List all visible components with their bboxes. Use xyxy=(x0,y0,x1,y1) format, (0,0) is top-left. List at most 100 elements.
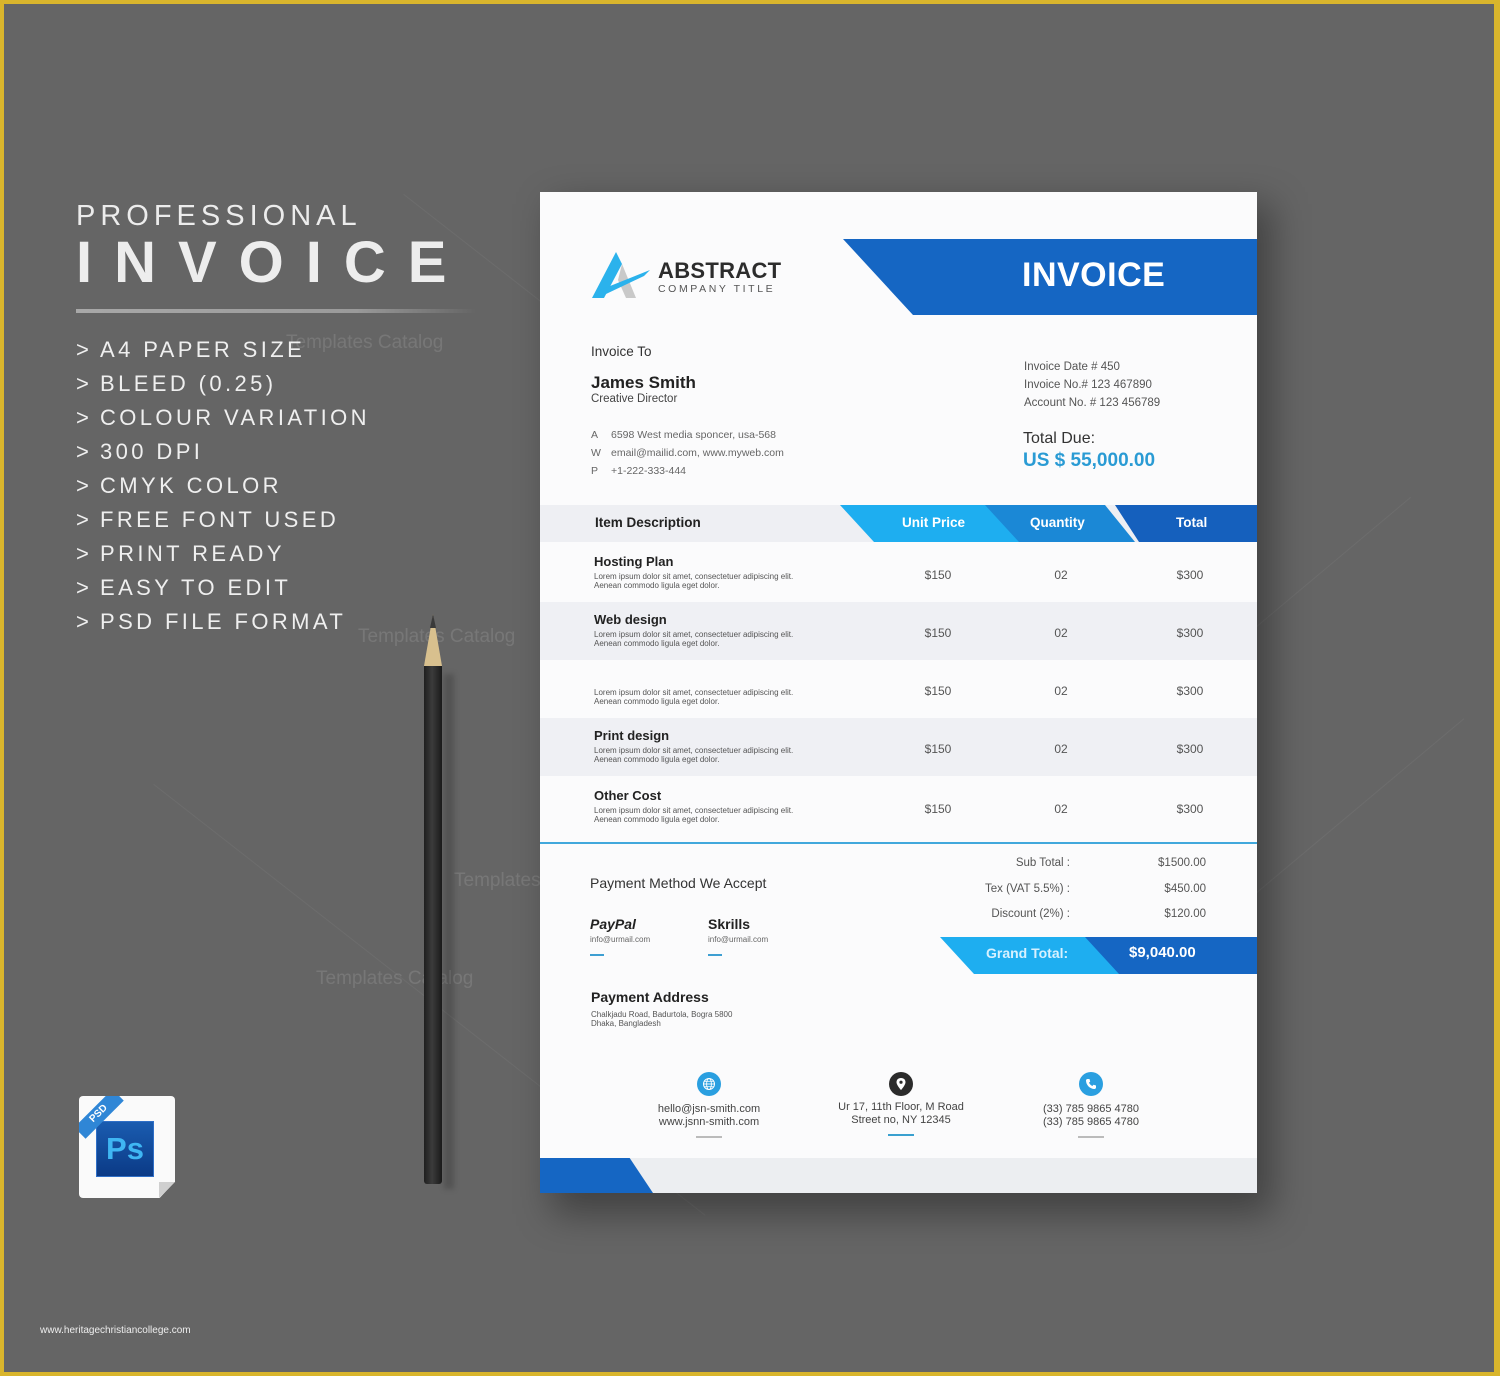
unit-price: $150 xyxy=(924,742,952,756)
header-unit-price: Unit Price xyxy=(902,515,966,530)
tax-label: Tex (VAT 5.5%) : xyxy=(985,883,1070,895)
invoice-date: Invoice Date # 450 xyxy=(1024,361,1120,373)
footer-contact-web: hello@jsn-smith.com www.jsnn-smith.com xyxy=(614,1072,804,1138)
item-description: Lorem ipsum dolor sit amet, consectetuer… xyxy=(594,746,794,764)
item-description: Lorem ipsum dolor sit amet, consectetuer… xyxy=(594,688,794,706)
chevron-right-icon: > xyxy=(76,439,93,464)
grand-total-value: $9,040.00 xyxy=(1129,944,1196,961)
promo-kicker: PROFESSIONAL xyxy=(76,200,362,232)
total-due-label: Total Due: xyxy=(1023,430,1096,447)
item-description: Lorem ipsum dolor sit amet, consectetuer… xyxy=(594,572,794,590)
table-row: Lorem ipsum dolor sit amet, consectetuer… xyxy=(540,660,1257,718)
chevron-right-icon: > xyxy=(76,575,93,600)
promo-block: PROFESSIONAL INVOICE > A4 PAPER SIZE > BLE… xyxy=(76,200,476,639)
feature-item: > EASY TO EDIT xyxy=(76,571,476,605)
chevron-right-icon: > xyxy=(76,541,93,566)
promo-divider xyxy=(76,309,476,313)
quantity: 02 xyxy=(1054,568,1068,582)
item-title: Other Cost xyxy=(594,788,662,803)
payment-method-email: info@urmail.com xyxy=(590,935,651,944)
chevron-right-icon: > xyxy=(76,371,93,396)
unit-price: $150 xyxy=(924,626,952,640)
chevron-right-icon: > xyxy=(76,609,93,634)
watermark: Templates xyxy=(454,870,541,891)
footer-website: www.jsnn-smith.com xyxy=(658,1116,760,1128)
unit-price: $150 xyxy=(924,802,952,816)
table-row: Hosting Plan Lorem ipsum dolor sit amet,… xyxy=(540,544,1257,602)
phone-icon xyxy=(1079,1072,1103,1096)
feature-item: > FREE FONT USED xyxy=(76,503,476,537)
invoice-title: INVOICE xyxy=(1022,256,1166,294)
footer-phone: (33) 785 9865 4780 xyxy=(1042,1103,1140,1115)
chevron-right-icon: > xyxy=(76,337,93,362)
client-contacts: A 6598 West media sponcer, usa-568 Wemail… xyxy=(591,426,784,480)
invoice-document: ABSTRACT COMPANY TITLE INVOICE Invoice T… xyxy=(540,192,1257,1193)
item-title: Web design xyxy=(594,612,667,627)
abstract-a-logo-icon xyxy=(592,252,650,298)
item-description: Lorem ipsum dolor sit amet, consectetuer… xyxy=(594,630,794,648)
item-title: Hosting Plan xyxy=(594,554,674,569)
footer-address-line: Street no, NY 12345 xyxy=(851,1114,951,1126)
footer-contact-phone: (33) 785 9865 4780 (33) 785 9865 4780 xyxy=(996,1072,1186,1138)
unit-price: $150 xyxy=(924,684,952,698)
feature-item: > CMYK COLOR xyxy=(76,469,476,503)
chevron-right-icon: > xyxy=(76,473,93,498)
psd-file-icon: Ps PSD xyxy=(79,1096,175,1198)
account-number: Account No. # 123 456789 xyxy=(1024,397,1161,409)
feature-item: > COLOUR VARIATION xyxy=(76,401,476,435)
unit-price: $150 xyxy=(924,568,952,582)
payment-method-skrills: Skrills info@urmail.com xyxy=(708,916,768,956)
subtotal-value: $1500.00 xyxy=(1158,857,1206,869)
item-description: Lorem ipsum dolor sit amet, consectetuer… xyxy=(594,806,794,824)
discount-value: $120.00 xyxy=(1164,908,1206,920)
company-subtitle: COMPANY TITLE xyxy=(658,283,776,295)
header-description: Item Description xyxy=(595,515,701,530)
payment-address-title: Payment Address xyxy=(591,989,709,1005)
presentation-background: PROFESSIONAL INVOICE > A4 PAPER SIZE > BLE… xyxy=(4,4,1494,1372)
psd-ribbon: PSD xyxy=(79,1096,124,1139)
payment-methods-title: Payment Method We Accept xyxy=(590,875,767,891)
tax-value: $450.00 xyxy=(1164,883,1206,895)
pencil-illustration xyxy=(420,614,454,1189)
client-role: Creative Director xyxy=(591,393,678,405)
footer-address-line: Ur 17, 11th Floor, M Road xyxy=(838,1101,964,1113)
footer-email: hello@jsn-smith.com xyxy=(657,1103,761,1115)
accent-dash xyxy=(708,954,722,956)
quantity: 02 xyxy=(1054,626,1068,640)
line-total: $300 xyxy=(1176,742,1204,756)
payment-address-line: Chalkjadu Road, Badurtola, Bogra 5800 xyxy=(591,1010,733,1019)
feature-item: > BLEED (0.25) xyxy=(76,367,476,401)
payment-method-name: Skrills xyxy=(708,916,751,932)
contact-phone: P +1-222-333-444 xyxy=(591,465,687,477)
payment-method-name: PayPal xyxy=(590,916,636,932)
watermark: Templates Catalog xyxy=(286,332,444,353)
header-total: Total xyxy=(1176,515,1208,530)
feature-item: > PRINT READY xyxy=(76,537,476,571)
chevron-right-icon: > xyxy=(76,507,93,532)
credit-url: www.heritagechristiancollege.com xyxy=(40,1325,191,1336)
section-divider xyxy=(540,842,1257,844)
invoice-number: Invoice No.# 123 467890 xyxy=(1024,379,1152,391)
quantity: 02 xyxy=(1054,684,1068,698)
discount-label: Discount (2%) : xyxy=(991,908,1070,920)
subtotal-label: Sub Total : xyxy=(1015,857,1070,869)
item-title: Print design xyxy=(594,728,670,743)
total-due-amount: US $ 55,000.00 xyxy=(1023,450,1156,471)
line-total: $300 xyxy=(1176,568,1204,582)
line-total: $300 xyxy=(1176,802,1204,816)
line-total: $300 xyxy=(1176,684,1204,698)
feature-item: >300 DPI xyxy=(76,435,476,469)
company-name: ABSTRACT xyxy=(658,258,782,283)
invoice-meta: Invoice Date # 450 Invoice No.# 123 4678… xyxy=(1024,358,1160,412)
quantity: 02 xyxy=(1054,742,1068,756)
table-row: Other Cost Lorem ipsum dolor sit amet, c… xyxy=(540,778,1257,836)
company-brand: ABSTRACT COMPANY TITLE xyxy=(658,258,782,296)
promo-title: INVOICE xyxy=(76,230,469,295)
payment-method-email: info@urmail.com xyxy=(708,935,769,944)
footer-phone: (33) 785 9865 4780 xyxy=(1042,1116,1140,1128)
globe-icon xyxy=(697,1072,721,1096)
map-pin-icon xyxy=(889,1072,913,1096)
line-total: $300 xyxy=(1176,626,1204,640)
table-row: Web design Lorem ipsum dolor sit amet, c… xyxy=(540,602,1257,660)
header-quantity: Quantity xyxy=(1030,515,1085,530)
